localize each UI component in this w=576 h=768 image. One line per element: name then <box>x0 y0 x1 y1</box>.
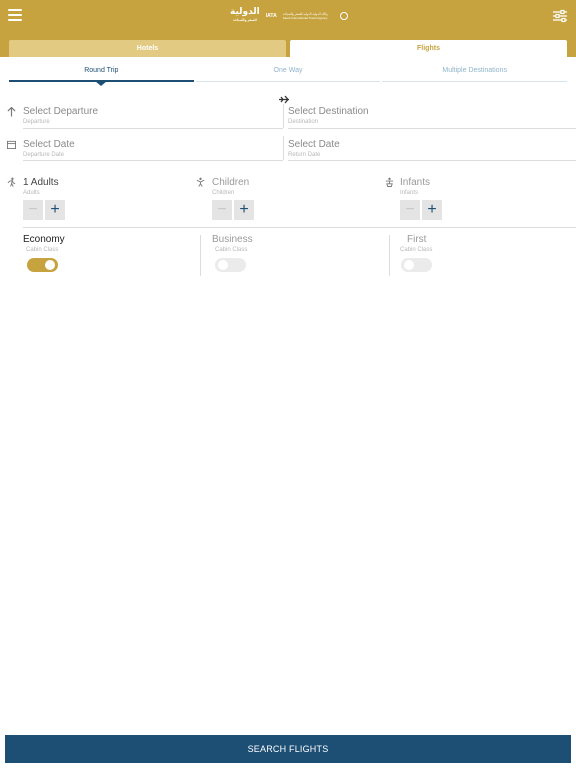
divider <box>389 235 390 276</box>
first-toggle[interactable] <box>401 258 432 272</box>
cabin-economy-sublabel: Cabin Class <box>26 247 59 253</box>
cabin-first[interactable]: First Cabin Class <box>400 234 557 254</box>
brand-logo-subtext: للسفر والسياحة <box>233 18 257 22</box>
departure-placeholder: Select Departure <box>23 106 99 117</box>
child-icon <box>196 177 205 187</box>
adults-sublabel: Adults <box>23 190 40 196</box>
return-date-placeholder: Select Date <box>288 139 340 150</box>
return-date-sublabel: Return Date <box>288 152 321 158</box>
divider <box>288 128 576 129</box>
brand-logo: الدولية للسفر والسياحة <box>230 7 260 25</box>
children-stepper: − + <box>212 200 254 220</box>
infants-label: Infants <box>400 177 431 188</box>
destination-placeholder: Select Destination <box>288 106 369 117</box>
cabin-economy[interactable]: Economy Cabin Class <box>23 234 173 254</box>
iata-logo: IATA <box>265 13 277 19</box>
destination-sublabel: Destination <box>288 119 319 125</box>
tab-round-trip[interactable]: Round Trip <box>9 64 194 86</box>
tab-one-way[interactable]: One Way <box>195 64 381 82</box>
divider <box>23 160 283 161</box>
cabin-first-label: First <box>407 234 427 245</box>
infant-icon <box>385 177 394 187</box>
plane-icon <box>279 95 289 104</box>
toggle-knob <box>218 260 228 270</box>
plane-departure-icon <box>7 107 16 117</box>
return-date-field[interactable]: Select Date Return Date <box>288 139 568 159</box>
departure-date-sublabel: Departure Date <box>23 152 65 158</box>
adults-stepper: − + <box>23 200 65 220</box>
app-header: الدولية للسفر والسياحة IATA وكالة الدولي… <box>0 0 576 57</box>
divider <box>200 235 201 276</box>
agency-name: وكالة الدولية الدولية للسفر والسياحة Sau… <box>282 12 328 20</box>
tab-multiple-destinations[interactable]: Multiple Destinations <box>382 64 568 82</box>
divider <box>23 227 576 228</box>
infants-stepper: − + <box>400 200 442 220</box>
economy-toggle[interactable] <box>27 258 58 272</box>
cabin-first-sublabel: Cabin Class <box>400 247 433 253</box>
children-sublabel: Children <box>212 190 235 196</box>
cabin-economy-label: Economy <box>23 234 65 245</box>
infants-sublabel: Infants <box>400 190 419 196</box>
tab-hotels[interactable]: Hotels <box>9 40 286 57</box>
divider <box>288 160 576 161</box>
adults-field: 1 Adults Adults <box>23 177 173 197</box>
infants-plus-button[interactable]: + <box>422 200 442 220</box>
hamburger-menu-icon[interactable] <box>8 9 24 23</box>
adults-minus-button[interactable]: − <box>23 200 43 220</box>
infants-minus-button[interactable]: − <box>400 200 420 220</box>
adults-label: 1 Adults <box>23 177 59 188</box>
infants-field: Infants Infants <box>400 177 550 197</box>
search-flights-button[interactable]: SEARCH FLIGHTS <box>5 735 571 763</box>
brand-logo-text: الدولية <box>230 6 260 16</box>
cabin-business[interactable]: Business Cabin Class <box>212 234 362 254</box>
departure-date-field[interactable]: Select Date Departure Date <box>23 139 273 159</box>
business-toggle[interactable] <box>215 258 246 272</box>
brand-logos: الدولية للسفر والسياحة IATA وكالة الدولي… <box>230 6 348 26</box>
children-minus-button[interactable]: − <box>212 200 232 220</box>
departure-field[interactable]: Select Departure Departure <box>23 106 273 126</box>
main-tabs: Hotels Flights <box>9 40 567 57</box>
adults-plus-button[interactable]: + <box>45 200 65 220</box>
divider <box>283 136 284 160</box>
departure-date-placeholder: Select Date <box>23 139 75 150</box>
divider <box>283 104 284 128</box>
tab-flights[interactable]: Flights <box>290 40 567 57</box>
adult-icon <box>7 177 16 187</box>
trip-type-tabs: Round Trip One Way Multiple Destinations <box>9 64 568 86</box>
cabin-business-sublabel: Cabin Class <box>215 247 248 253</box>
children-field: Children Children <box>212 177 362 197</box>
divider <box>23 128 283 129</box>
children-plus-button[interactable]: + <box>234 200 254 220</box>
departure-sublabel: Departure <box>23 119 50 125</box>
sliders-icon[interactable] <box>553 9 567 23</box>
seal-icon <box>340 12 348 20</box>
calendar-icon <box>7 140 16 149</box>
cabin-business-label: Business <box>212 234 253 245</box>
children-label: Children <box>212 177 250 188</box>
toggle-knob <box>404 260 414 270</box>
destination-field[interactable]: Select Destination Destination <box>288 106 568 126</box>
toggle-knob <box>45 260 55 270</box>
